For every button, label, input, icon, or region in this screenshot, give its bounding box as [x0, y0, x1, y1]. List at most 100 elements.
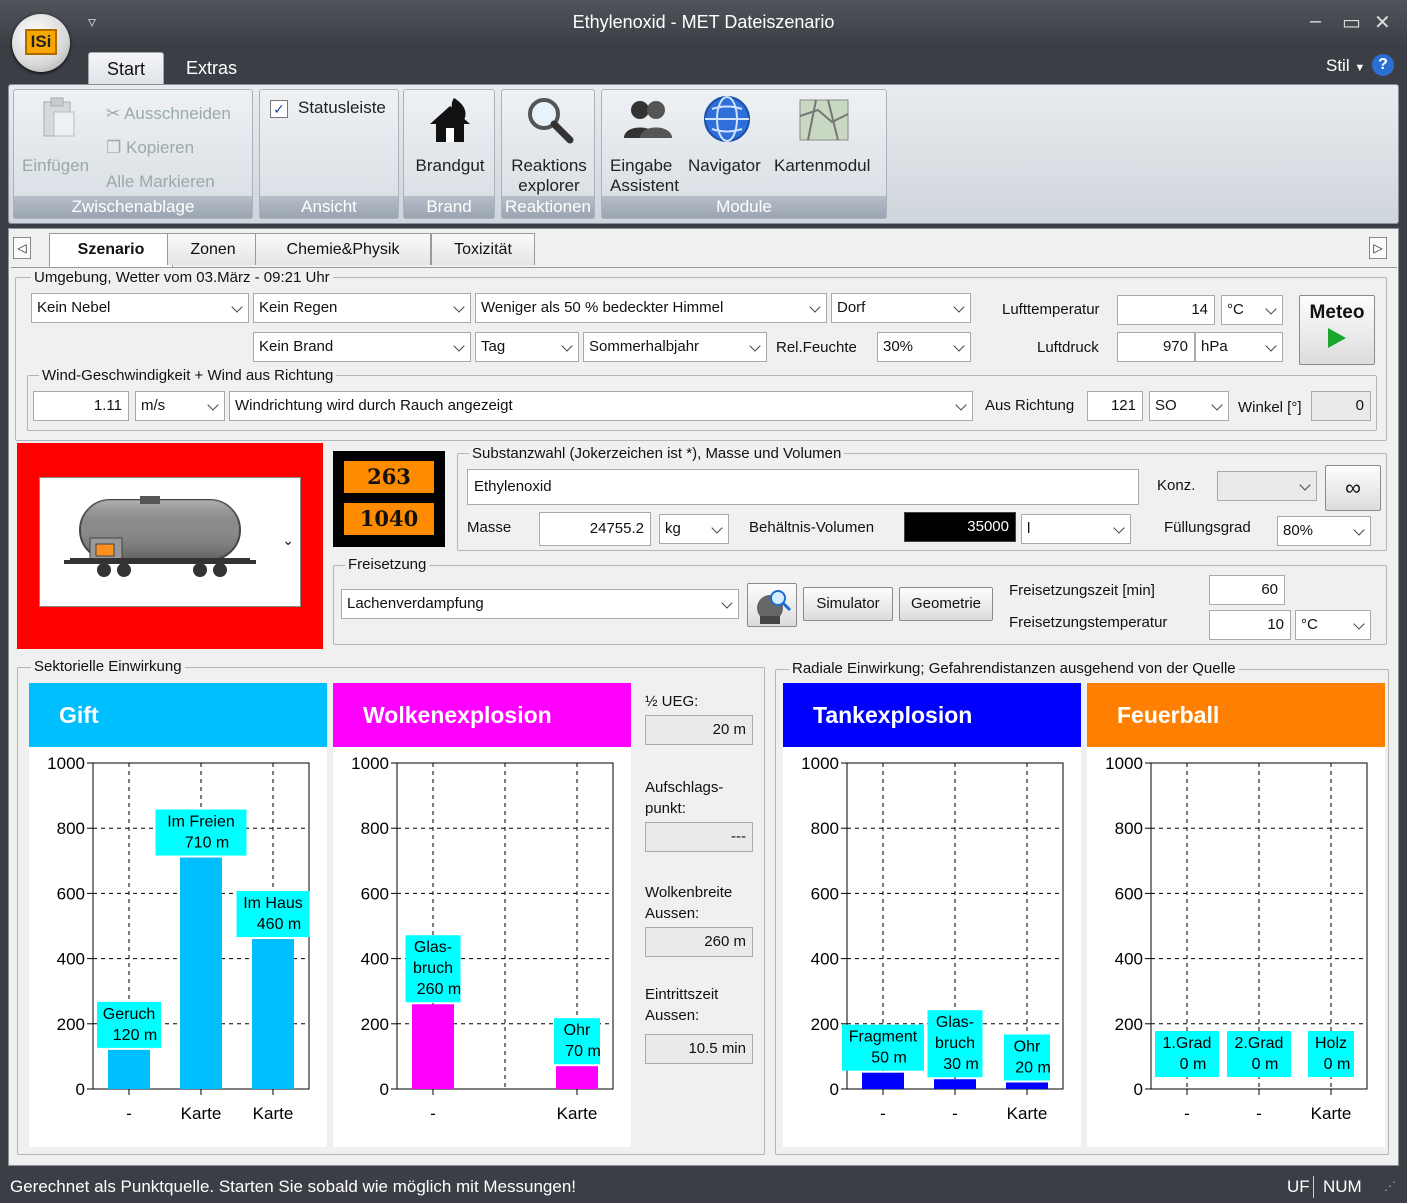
tab-szenario[interactable]: Szenario — [49, 233, 173, 267]
quick-access-icon[interactable]: ▿ — [88, 12, 96, 32]
meteo-button[interactable]: Meteo — [1299, 295, 1375, 365]
mass-input[interactable]: 24755.2 — [539, 512, 651, 546]
select-all-button[interactable]: Alle Markieren — [106, 172, 215, 192]
release-mode-select[interactable]: Lachenverdampfung — [341, 589, 739, 619]
tab-zonen[interactable]: Zonen — [167, 233, 259, 265]
users-icon[interactable] — [622, 96, 674, 144]
volume-input[interactable]: 35000 — [904, 512, 1016, 542]
entry-label-line2: Aussen: — [645, 1007, 700, 1024]
app-logo-button[interactable]: ISi — [12, 14, 70, 72]
vehicle-select[interactable]: ⌄ — [39, 477, 301, 607]
impact-value: --- — [645, 822, 753, 852]
release-temp-input[interactable]: 10 — [1209, 610, 1291, 640]
tab-start[interactable]: Start — [88, 52, 165, 84]
map-module-button[interactable]: Kartenmodul — [774, 156, 870, 176]
data-label-text: Holz — [1315, 1035, 1347, 1052]
paste-icon[interactable] — [38, 96, 78, 140]
release-time-input[interactable]: 60 — [1209, 575, 1285, 605]
ueg-label: ½ UEG: — [645, 693, 699, 710]
geometry-button[interactable]: Geometrie — [899, 587, 993, 621]
substance-input[interactable]: Ethylenoxid — [467, 469, 1139, 505]
minimize-icon[interactable]: – — [1310, 10, 1321, 33]
copy-button[interactable]: ❐ Kopieren — [106, 138, 194, 158]
wind-speed-input[interactable]: 1.11 — [33, 391, 129, 421]
help-icon[interactable]: ? — [1372, 54, 1394, 76]
map-icon[interactable] — [798, 96, 850, 142]
paste-button[interactable]: Einfügen — [22, 156, 89, 176]
sky-select[interactable]: Weniger als 50 % bedeckter Himmel — [475, 293, 827, 323]
humidity-select[interactable]: 30% — [877, 332, 971, 362]
gift-header: Gift — [29, 683, 327, 747]
bar — [108, 1049, 150, 1089]
y-tick-label: 0 — [1134, 1080, 1143, 1099]
conc-label: Konz. — [1157, 477, 1196, 494]
fog-select[interactable]: Kein Nebel — [31, 293, 249, 323]
sector-legend: Sektorielle Einwirkung — [31, 658, 185, 675]
y-tick-label: 800 — [361, 819, 389, 838]
pressure-input[interactable]: 970 — [1117, 332, 1195, 362]
y-tick-label: 600 — [1115, 884, 1143, 903]
fuel-button[interactable]: Brandgut — [404, 156, 496, 176]
status-num: NUM — [1323, 1177, 1362, 1196]
y-tick-label: 1000 — [801, 754, 839, 773]
daytime-select[interactable]: Tag — [475, 332, 579, 362]
globe-icon[interactable] — [702, 94, 752, 144]
angle-input[interactable]: 0 — [1311, 391, 1371, 421]
tab-toxizitaet[interactable]: Toxizität — [431, 233, 535, 265]
data-label: Glas-bruch 260 m — [405, 935, 461, 1003]
y-tick-label: 400 — [1115, 950, 1143, 969]
pressure-unit-select[interactable]: hPa — [1195, 332, 1283, 362]
direction-input[interactable]: 121 — [1087, 391, 1143, 421]
bar — [934, 1079, 976, 1089]
mass-unit-select[interactable]: kg — [659, 514, 729, 544]
data-label-text: Ohr — [1014, 1038, 1041, 1055]
data-label-text: 460 m — [257, 916, 301, 933]
maximize-icon[interactable]: ▭ — [1342, 10, 1361, 35]
reaction-explorer-line2[interactable]: explorer — [502, 176, 596, 196]
release-model-icon[interactable] — [747, 583, 797, 627]
data-label-text: 1.Grad — [1163, 1035, 1212, 1052]
tab-chemie-physik[interactable]: Chemie&Physik — [255, 233, 431, 265]
air-temp-unit-select[interactable]: °C — [1221, 295, 1283, 325]
simulator-button[interactable]: Simulator — [803, 587, 893, 621]
direction-select[interactable]: SO — [1149, 391, 1229, 421]
navigator-button[interactable]: Navigator — [688, 156, 761, 176]
wind-legend: Wind-Geschwindigkeit + Wind aus Richtung — [39, 367, 337, 384]
y-tick-label: 600 — [57, 884, 85, 903]
house-fire-icon[interactable] — [424, 94, 476, 146]
y-tick-label: 200 — [1115, 1015, 1143, 1034]
y-tick-label: 200 — [811, 1015, 839, 1034]
wind-mode-select[interactable]: Windrichtung wird durch Rauch angezeigt — [229, 391, 973, 421]
cut-button[interactable]: ✂ Ausschneiden — [106, 104, 231, 124]
tab-scroll-right-icon[interactable]: ▷ — [1369, 237, 1387, 259]
data-label-text: Geruch — [103, 1006, 155, 1023]
input-assistant-line1[interactable]: Eingabe — [610, 156, 672, 176]
reaction-explorer-line1[interactable]: Reaktions — [502, 156, 596, 176]
bar — [556, 1066, 598, 1089]
season-select[interactable]: Sommerhalbjahr — [583, 332, 767, 362]
statusbar-checkbox[interactable]: ✓ — [270, 100, 288, 118]
tab-extras[interactable]: Extras — [168, 52, 255, 84]
terrain-select[interactable]: Dorf — [831, 293, 971, 323]
close-icon[interactable]: ✕ — [1374, 10, 1391, 35]
conc-select[interactable] — [1217, 471, 1317, 501]
fire-select[interactable]: Kein Brand — [253, 332, 471, 362]
air-temp-input[interactable]: 14 — [1117, 295, 1215, 325]
y-tick-label: 0 — [830, 1080, 839, 1099]
x-tick-label: - — [952, 1104, 958, 1123]
style-menu[interactable]: Stil ▼ — [1326, 56, 1365, 76]
impact-label-line2: punkt: — [645, 800, 686, 817]
wind-unit-select[interactable]: m/s — [135, 391, 225, 421]
release-temp-unit-select[interactable]: °C — [1295, 610, 1371, 640]
resize-grip-icon[interactable]: ⋰ — [1384, 1170, 1396, 1203]
y-tick-label: 400 — [361, 950, 389, 969]
binoculars-icon[interactable]: ∞ — [1325, 465, 1381, 511]
y-tick-label: 0 — [76, 1080, 85, 1099]
input-assistant-line2[interactable]: Assistent — [610, 176, 679, 196]
magnifier-icon[interactable] — [524, 94, 574, 144]
rain-select[interactable]: Kein Regen — [253, 293, 471, 323]
fill-select[interactable]: 80% — [1277, 516, 1371, 546]
volume-unit-select[interactable]: l — [1021, 514, 1131, 544]
width-label-line2: Aussen: — [645, 905, 700, 922]
tab-scroll-left-icon[interactable]: ◁ — [13, 237, 31, 259]
